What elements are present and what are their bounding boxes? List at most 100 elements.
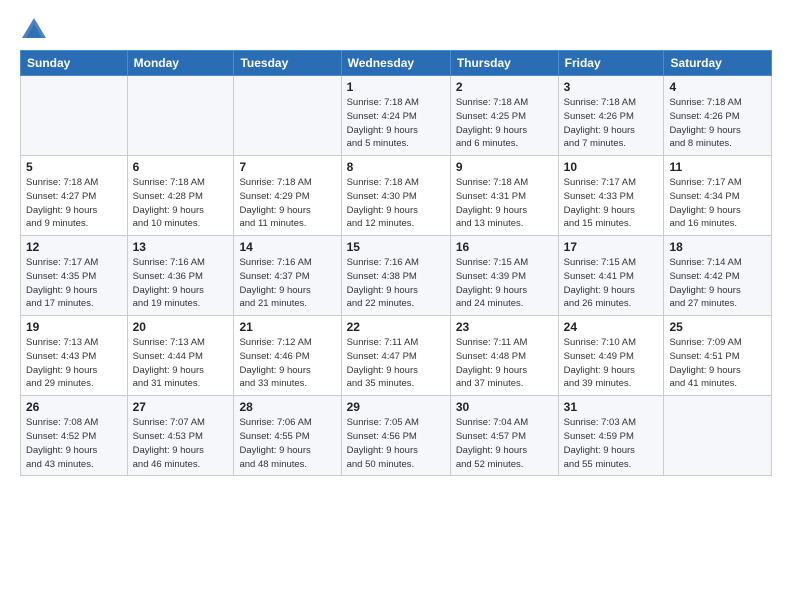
day-cell: 30 Sunrise: 7:04 AM Sunset: 4:57 PM Dayli… xyxy=(450,396,558,476)
day-number: 15 xyxy=(347,240,445,254)
day-info: Sunrise: 7:18 AM Sunset: 4:24 PM Dayligh… xyxy=(347,97,419,149)
weekday-tuesday: Tuesday xyxy=(234,51,341,76)
weekday-monday: Monday xyxy=(127,51,234,76)
day-cell: 21Sunrise: 7:12 AM Sunset: 4:46 PM Dayli… xyxy=(234,316,341,396)
day-number: 4 xyxy=(669,80,766,94)
day-info: Sunrise: 7:11 AM Sunset: 4:47 PM Dayligh… xyxy=(347,337,419,389)
day-info: Sunrise: 7:15 AM Sunset: 4:41 PM Dayligh… xyxy=(564,257,636,309)
day-info: Sunrise: 7:17 AM Sunset: 4:33 PM Dayligh… xyxy=(564,177,636,229)
day-cell: 15 Sunrise: 7:16 AM Sunset: 4:38 PM Dayli… xyxy=(341,236,450,316)
weekday-sunday: Sunday xyxy=(21,51,128,76)
day-cell: 18 Sunrise: 7:14 AM Sunset: 4:42 PM Dayli… xyxy=(664,236,772,316)
day-cell: 9 Sunrise: 7:18 AM Sunset: 4:31 PM Daylig… xyxy=(450,156,558,236)
weekday-thursday: Thursday xyxy=(450,51,558,76)
day-info: Sunrise: 7:18 AM Sunset: 4:28 PM Dayligh… xyxy=(133,177,205,229)
day-info: Sunrise: 7:16 AM Sunset: 4:38 PM Dayligh… xyxy=(347,257,419,309)
day-cell: 20Sunrise: 7:13 AM Sunset: 4:44 PM Dayli… xyxy=(127,316,234,396)
day-cell: 31Sunrise: 7:03 AM Sunset: 4:59 PM Dayli… xyxy=(558,396,664,476)
calendar-body: 1 Sunrise: 7:18 AM Sunset: 4:24 PM Daylig… xyxy=(21,76,772,476)
day-cell: 4 Sunrise: 7:18 AM Sunset: 4:26 PM Daylig… xyxy=(664,76,772,156)
day-number: 17 xyxy=(564,240,659,254)
week-row-1: 1 Sunrise: 7:18 AM Sunset: 4:24 PM Daylig… xyxy=(21,76,772,156)
day-cell xyxy=(664,396,772,476)
day-number: 6 xyxy=(133,160,229,174)
day-info: Sunrise: 7:18 AM Sunset: 4:31 PM Dayligh… xyxy=(456,177,528,229)
day-number: 23 xyxy=(456,320,553,334)
day-info: Sunrise: 7:15 AM Sunset: 4:39 PM Dayligh… xyxy=(456,257,528,309)
day-cell: 17 Sunrise: 7:15 AM Sunset: 4:41 PM Dayli… xyxy=(558,236,664,316)
day-number: 10 xyxy=(564,160,659,174)
day-cell: 11 Sunrise: 7:17 AM Sunset: 4:34 PM Dayli… xyxy=(664,156,772,236)
logo-icon xyxy=(20,16,48,44)
day-number: 8 xyxy=(347,160,445,174)
day-number: 3 xyxy=(564,80,659,94)
day-number: 24 xyxy=(564,320,659,334)
day-info: Sunrise: 7:18 AM Sunset: 4:30 PM Dayligh… xyxy=(347,177,419,229)
day-number: 30 xyxy=(456,400,553,414)
weekday-wednesday: Wednesday xyxy=(341,51,450,76)
day-info: Sunrise: 7:18 AM Sunset: 4:26 PM Dayligh… xyxy=(669,97,741,149)
day-cell: 26Sunrise: 7:08 AM Sunset: 4:52 PM Dayli… xyxy=(21,396,128,476)
day-info: Sunrise: 7:06 AM Sunset: 4:55 PM Dayligh… xyxy=(239,417,311,469)
day-number: 1 xyxy=(347,80,445,94)
day-cell xyxy=(21,76,128,156)
day-number: 12 xyxy=(26,240,122,254)
day-number: 13 xyxy=(133,240,229,254)
day-info: Sunrise: 7:18 AM Sunset: 4:25 PM Dayligh… xyxy=(456,97,528,149)
day-cell xyxy=(234,76,341,156)
day-cell: 23 Sunrise: 7:11 AM Sunset: 4:48 PM Dayli… xyxy=(450,316,558,396)
day-info: Sunrise: 7:08 AM Sunset: 4:52 PM Dayligh… xyxy=(26,417,98,469)
day-number: 27 xyxy=(133,400,229,414)
day-cell: 7 Sunrise: 7:18 AM Sunset: 4:29 PM Daylig… xyxy=(234,156,341,236)
weekday-friday: Friday xyxy=(558,51,664,76)
day-cell: 12 Sunrise: 7:17 AM Sunset: 4:35 PM Dayli… xyxy=(21,236,128,316)
day-info: Sunrise: 7:11 AM Sunset: 4:48 PM Dayligh… xyxy=(456,337,528,389)
week-row-4: 19 Sunrise: 7:13 AM Sunset: 4:43 PM Dayli… xyxy=(21,316,772,396)
day-info: Sunrise: 7:03 AM Sunset: 4:59 PM Dayligh… xyxy=(564,417,636,469)
logo xyxy=(20,16,51,44)
week-row-3: 12 Sunrise: 7:17 AM Sunset: 4:35 PM Dayli… xyxy=(21,236,772,316)
day-info: Sunrise: 7:17 AM Sunset: 4:34 PM Dayligh… xyxy=(669,177,741,229)
day-info: Sunrise: 7:10 AM Sunset: 4:49 PM Dayligh… xyxy=(564,337,636,389)
day-info: Sunrise: 7:18 AM Sunset: 4:27 PM Dayligh… xyxy=(26,177,98,229)
week-row-5: 26Sunrise: 7:08 AM Sunset: 4:52 PM Dayli… xyxy=(21,396,772,476)
day-info: Sunrise: 7:16 AM Sunset: 4:37 PM Dayligh… xyxy=(239,257,311,309)
day-number: 28 xyxy=(239,400,335,414)
day-info: Sunrise: 7:17 AM Sunset: 4:35 PM Dayligh… xyxy=(26,257,98,309)
day-cell: 28 Sunrise: 7:06 AM Sunset: 4:55 PM Dayli… xyxy=(234,396,341,476)
day-cell: 22Sunrise: 7:11 AM Sunset: 4:47 PM Dayli… xyxy=(341,316,450,396)
day-cell: 13 Sunrise: 7:16 AM Sunset: 4:36 PM Dayli… xyxy=(127,236,234,316)
day-number: 16 xyxy=(456,240,553,254)
day-cell: 25Sunrise: 7:09 AM Sunset: 4:51 PM Dayli… xyxy=(664,316,772,396)
day-info: Sunrise: 7:14 AM Sunset: 4:42 PM Dayligh… xyxy=(669,257,741,309)
day-info: Sunrise: 7:16 AM Sunset: 4:36 PM Dayligh… xyxy=(133,257,205,309)
day-info: Sunrise: 7:04 AM Sunset: 4:57 PM Dayligh… xyxy=(456,417,528,469)
day-info: Sunrise: 7:05 AM Sunset: 4:56 PM Dayligh… xyxy=(347,417,419,469)
day-cell: 1 Sunrise: 7:18 AM Sunset: 4:24 PM Daylig… xyxy=(341,76,450,156)
day-info: Sunrise: 7:12 AM Sunset: 4:46 PM Dayligh… xyxy=(239,337,311,389)
day-number: 29 xyxy=(347,400,445,414)
weekday-header-row: SundayMondayTuesdayWednesdayThursdayFrid… xyxy=(21,51,772,76)
day-number: 2 xyxy=(456,80,553,94)
day-cell: 19 Sunrise: 7:13 AM Sunset: 4:43 PM Dayli… xyxy=(21,316,128,396)
day-number: 11 xyxy=(669,160,766,174)
weekday-saturday: Saturday xyxy=(664,51,772,76)
day-info: Sunrise: 7:13 AM Sunset: 4:43 PM Dayligh… xyxy=(26,337,98,389)
day-number: 18 xyxy=(669,240,766,254)
day-info: Sunrise: 7:18 AM Sunset: 4:26 PM Dayligh… xyxy=(564,97,636,149)
day-cell: 29 Sunrise: 7:05 AM Sunset: 4:56 PM Dayli… xyxy=(341,396,450,476)
day-info: Sunrise: 7:18 AM Sunset: 4:29 PM Dayligh… xyxy=(239,177,311,229)
day-cell: 14 Sunrise: 7:16 AM Sunset: 4:37 PM Dayli… xyxy=(234,236,341,316)
week-row-2: 5Sunrise: 7:18 AM Sunset: 4:27 PM Daylig… xyxy=(21,156,772,236)
day-cell: 2 Sunrise: 7:18 AM Sunset: 4:25 PM Daylig… xyxy=(450,76,558,156)
day-number: 9 xyxy=(456,160,553,174)
day-info: Sunrise: 7:09 AM Sunset: 4:51 PM Dayligh… xyxy=(669,337,741,389)
day-number: 14 xyxy=(239,240,335,254)
day-number: 19 xyxy=(26,320,122,334)
day-number: 20 xyxy=(133,320,229,334)
day-number: 7 xyxy=(239,160,335,174)
day-info: Sunrise: 7:07 AM Sunset: 4:53 PM Dayligh… xyxy=(133,417,205,469)
day-cell: 5Sunrise: 7:18 AM Sunset: 4:27 PM Daylig… xyxy=(21,156,128,236)
day-cell: 27 Sunrise: 7:07 AM Sunset: 4:53 PM Dayli… xyxy=(127,396,234,476)
day-cell: 8 Sunrise: 7:18 AM Sunset: 4:30 PM Daylig… xyxy=(341,156,450,236)
